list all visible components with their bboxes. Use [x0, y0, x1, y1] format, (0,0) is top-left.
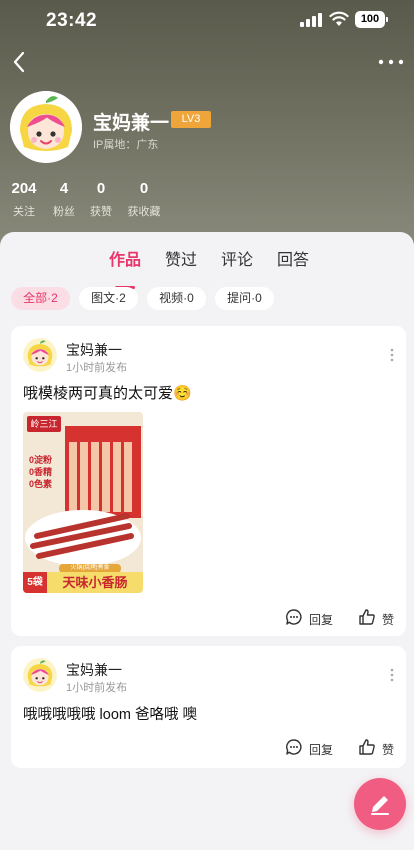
stat-value: 4: [59, 180, 69, 197]
product-name: 天味小香肠: [62, 575, 128, 590]
tab-works[interactable]: 作品: [109, 246, 141, 270]
level-badge: LV3: [171, 111, 211, 128]
stat-followers[interactable]: 4 粉丝: [52, 180, 76, 219]
post-author[interactable]: 宝妈兼一: [66, 340, 122, 360]
reply-label: 回复: [309, 613, 334, 627]
post-card[interactable]: 宝妈兼一 1小时前发布 哦哦哦哦哦 loom 爸咯哦 噢 回复 赞: [11, 646, 406, 768]
status-time: 23:42: [46, 10, 98, 31]
reply-label: 回复: [309, 743, 334, 757]
profile-name: 宝妈兼一: [93, 113, 170, 134]
tab-comments[interactable]: 评论: [221, 246, 253, 270]
post-time: 1小时前发布: [66, 682, 128, 694]
ip-location: IP属地：广东: [93, 139, 159, 151]
post-image[interactable]: 岭三江 0淀粉 0香精 0色素 火锅|烧烤|煮食 5袋 天味小香肠: [23, 412, 143, 593]
filter-all[interactable]: 全部·2: [11, 287, 70, 310]
post-text: 哦哦哦哦哦 loom 爸咯哦 噢: [23, 707, 198, 723]
avatar-image: [23, 658, 57, 692]
stat-label: 获赞: [90, 206, 112, 218]
reply-button[interactable]: 回复: [285, 609, 345, 628]
like-icon: [359, 609, 375, 625]
status-bar: 23:42 100: [0, 0, 414, 44]
stat-label: 获收藏: [127, 206, 161, 218]
reply-icon: [286, 739, 302, 755]
reply-button[interactable]: 回复: [285, 739, 345, 758]
more-icon[interactable]: [376, 52, 406, 72]
profile-header: 23:42 100 宝妈兼一 LV3 IP属地：广东 204 关注 4 粉丝 0…: [0, 0, 414, 250]
product-count: 5袋: [27, 577, 43, 588]
product-packs: [65, 426, 141, 518]
like-button[interactable]: 赞: [358, 739, 398, 758]
like-label: 赞: [382, 743, 395, 757]
stat-value: 204: [11, 180, 37, 197]
create-post-button[interactable]: [354, 778, 406, 830]
product-claims: 0淀粉 0香精 0色素: [29, 454, 52, 490]
avatar[interactable]: [23, 338, 57, 372]
stat-value: 0: [96, 180, 106, 197]
post-time: 1小时前发布: [66, 362, 128, 374]
product-claim: 0色素: [29, 479, 53, 489]
signal-icon: [300, 13, 322, 27]
stat-label: 粉丝: [53, 206, 75, 218]
stat-value: 0: [139, 180, 149, 197]
like-button[interactable]: 赞: [358, 609, 398, 628]
menu-dots-icon[interactable]: [390, 668, 394, 682]
post-text: 哦模棱两可真的太可爱☺️: [23, 385, 192, 402]
avatar[interactable]: [10, 91, 82, 163]
edit-icon: [371, 796, 389, 815]
stat-likes[interactable]: 0 获赞: [88, 180, 114, 219]
stat-following[interactable]: 204 关注: [10, 180, 38, 219]
tab-liked[interactable]: 赞过: [165, 246, 197, 270]
avatar-image: [23, 338, 57, 372]
filter-question[interactable]: 提问·0: [215, 287, 274, 310]
wifi-icon: [329, 11, 349, 26]
reply-icon: [286, 609, 302, 625]
avatar-image: [10, 91, 82, 163]
post-card[interactable]: 宝妈兼一 1小时前发布 哦模棱两可真的太可爱☺️ 岭三江 0淀粉 0香精 0色素…: [11, 326, 406, 636]
back-icon[interactable]: [8, 48, 32, 76]
product-claim: 0淀粉: [29, 455, 53, 465]
stat-label: 关注: [13, 206, 35, 218]
product-brand: 岭三江: [30, 419, 58, 429]
profile-tabs: 作品 赞过 评论 回答: [0, 246, 414, 289]
avatar[interactable]: [23, 658, 57, 692]
product-claim: 0香精: [29, 467, 53, 477]
filter-video[interactable]: 视频·0: [147, 287, 206, 310]
content-panel: 作品 赞过 评论 回答 全部·2 图文·2 视频·0 提问·0 宝妈兼一 1小时…: [0, 232, 414, 850]
tab-answers[interactable]: 回答: [277, 246, 309, 270]
menu-dots-icon[interactable]: [390, 348, 394, 362]
battery-indicator: 100: [355, 11, 388, 28]
like-label: 赞: [382, 613, 395, 627]
filter-image-text[interactable]: 图文·2: [79, 287, 138, 310]
like-icon: [359, 739, 375, 755]
stat-favorites[interactable]: 0 获收藏: [126, 180, 162, 219]
post-author[interactable]: 宝妈兼一: [66, 660, 122, 680]
